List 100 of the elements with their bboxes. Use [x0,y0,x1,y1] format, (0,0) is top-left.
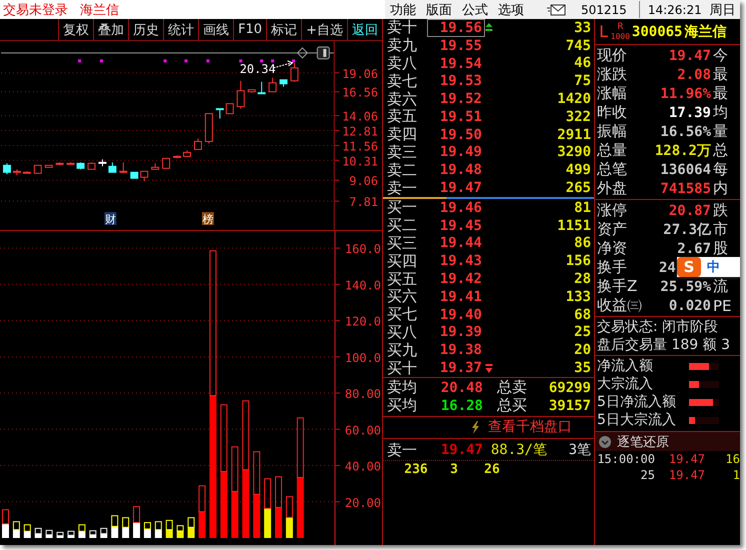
board-code: R [618,22,623,32]
order-volume: 68 [573,306,592,323]
order-volume: 499 [564,162,592,178]
quote-label: 流 [712,277,728,296]
order-level-label: 买六 [386,287,418,306]
order-price[interactable]: 19.54 [427,54,485,72]
quote-label: 总笔 [596,160,628,179]
chevron-icon[interactable] [599,436,611,448]
order-price[interactable]: 19.41 [427,288,485,306]
order-volume: 46 [573,55,592,72]
order-price[interactable]: 19.38 [427,341,485,360]
price-axis-label: 9.06 [349,174,378,188]
volume-axis-label: 40.00 [344,460,381,474]
high-price-label: 20.34 [240,62,276,76]
scrollbar-icon[interactable] [316,46,330,60]
quote-label: 内 [712,179,728,198]
order-price[interactable]: 19.50 [427,126,485,144]
order-volume: 35 [573,360,592,376]
order-volume: 322 [564,108,592,125]
order-price[interactable]: 19.42 [427,270,485,288]
down-arrow-icon [485,364,493,373]
total-volume: 69299 [548,380,592,396]
order-volume: 156 [564,253,592,270]
order-volume: 25 [573,324,592,340]
event-badge[interactable]: 财 [104,212,116,226]
menu-item[interactable]: 功能 [389,0,417,18]
order-price[interactable]: 19.45 [427,216,485,235]
candlestick [22,170,31,174]
order-level-label: 卖十 [386,18,418,38]
order-level-label: 买四 [386,252,418,271]
order-price[interactable]: 19.46 [427,198,485,217]
candlestick [3,162,11,175]
order-price[interactable]: 19.53 [427,72,485,90]
order-volume: 265 [564,180,592,196]
event-badge[interactable]: 榜 [202,212,214,226]
candlestick [140,170,148,182]
order-volume: 33 [573,20,592,36]
price-axis-label: 11.56 [342,139,378,154]
order-level-label: 卖一 [386,440,418,460]
order-volume: 1420 [556,91,592,108]
price-axis-label: 14.06 [342,110,378,124]
market-code: L [599,22,609,41]
quote-label: 收益㈢ [596,296,641,315]
quote-value: 27.3亿 [662,220,711,238]
account-number: 501215 [581,2,627,16]
order-volume: 28 [573,271,592,288]
volume-axis-label: 140.0 [344,278,381,292]
order-price[interactable]: 19.51 [427,108,485,126]
candlestick [56,162,64,166]
order-price[interactable]: 19.37 [427,359,485,378]
order-price[interactable]: 19.48 [427,161,485,180]
order-price[interactable]: 19.43 [427,252,485,270]
order-level-label: 买八 [386,322,418,342]
candlestick [248,89,256,94]
quote-label: 总量 [596,141,628,160]
volume-axis-label: 120.0 [344,314,381,329]
order-volume: 2911 [556,126,592,143]
mail-icon[interactable] [547,4,567,16]
order-price[interactable]: 19.52 [427,90,485,108]
order-level-label: 卖四 [386,125,418,144]
quote-value: 17.39 [668,104,711,120]
quote-value: 741585 [659,180,711,196]
summary-label: 卖均 [386,378,418,398]
flow-label: 5日净流入额 [596,393,677,411]
quote-label: 昨收 [596,103,628,122]
order-level-label: 卖一 [386,178,418,198]
quote-value: 16.56% [659,124,711,140]
input-mode-toggle[interactable]: 中 [707,258,720,276]
order-price[interactable]: 19.49 [427,143,485,162]
diamond-icon[interactable] [296,47,308,59]
ime-toolbar[interactable]: S 中 [677,257,740,277]
menu-item[interactable]: 公式 [461,0,489,18]
lot-size: 1000 [610,32,630,40]
menu-item[interactable]: 版面 [425,0,453,18]
candlestick [290,62,298,82]
order-level-label: 买二 [386,216,418,236]
stock-name: 海兰信 [80,2,119,18]
order-level-label: 卖九 [386,36,418,56]
quote-label: PE [712,296,732,314]
candlestick [119,162,128,174]
order-volume: 86 [573,235,592,252]
order-price[interactable]: 19.44 [427,234,485,252]
candlestick [151,162,160,170]
quote-label: 涨幅 [596,84,628,103]
depth-link[interactable]: 查看千档盘口 [488,418,572,436]
order-price[interactable]: 19.55 [427,36,485,55]
clock-time: 14:26:21 [648,2,702,16]
candlestick [204,113,213,144]
menu-item[interactable]: 选项 [497,0,525,18]
order-price[interactable]: 19.39 [427,323,485,342]
order-price[interactable]: 19.56 [427,18,485,37]
candlestick [162,158,170,169]
order-level-label: 卖八 [386,54,418,73]
order-price[interactable]: 19.47 [427,179,485,198]
order-price[interactable]: 19.40 [427,306,485,324]
quote-label: 最 [712,84,728,103]
price-axis-label: 10.31 [342,154,378,168]
volume-axis-label: 100.0 [344,350,381,365]
candlestick [236,80,245,110]
ime-logo[interactable]: S [677,257,701,277]
